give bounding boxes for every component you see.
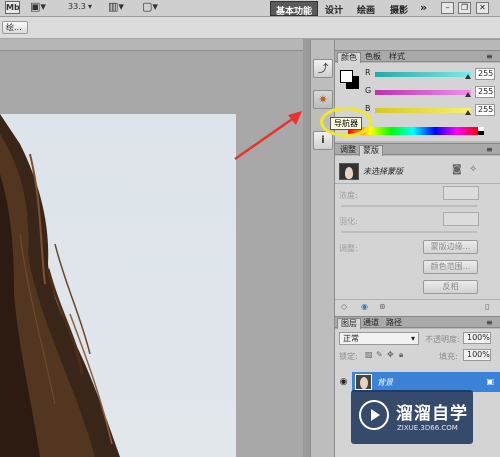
opacity-field[interactable]: 100% xyxy=(463,332,491,344)
history-icon[interactable]: ⤴ xyxy=(313,59,333,78)
red-channel: R 255 xyxy=(365,68,495,80)
masks-panel: 未选择蒙版 ◙ ✧ 浓度: 羽化: 调整: 蒙版边缘... 颜色范围... 反相… xyxy=(335,156,500,316)
red-value-field[interactable]: 255 xyxy=(475,68,495,80)
layer-lock-icon: ▣ xyxy=(486,377,494,386)
apply-mask-icon[interactable]: ◉ xyxy=(361,302,368,311)
document-tab-strip[interactable] xyxy=(0,39,303,51)
blue-value-field[interactable]: 255 xyxy=(475,104,495,116)
tab-paths[interactable]: 路径 xyxy=(383,318,405,329)
masks-panel-menu-icon[interactable]: ≡ xyxy=(483,145,496,156)
lock-transparency-icon[interactable]: ▨ xyxy=(365,350,373,359)
black-white-swatch[interactable] xyxy=(478,127,484,135)
density-slider[interactable] xyxy=(341,205,477,207)
layer-thumbnail xyxy=(355,374,372,390)
pixel-mask-icon[interactable]: ◙ xyxy=(452,164,462,175)
blue-slider-handle[interactable] xyxy=(465,110,471,115)
screen-mode-icon[interactable]: ▢▾ xyxy=(142,0,158,13)
workspace-painting[interactable]: 绘画 xyxy=(352,1,380,16)
density-label: 浓度: xyxy=(339,191,358,200)
green-channel: G 255 xyxy=(365,86,495,98)
workspace-essentials[interactable]: 基本功能 xyxy=(270,1,319,17)
layers-panel-menu-icon[interactable]: ≡ xyxy=(483,318,496,329)
panel-menu-icon[interactable]: ≡ xyxy=(483,52,496,63)
lock-label: 锁定: xyxy=(339,352,358,361)
feather-field[interactable] xyxy=(443,212,479,226)
blend-mode-select[interactable]: 正常 xyxy=(339,332,419,345)
arrange-documents-icon[interactable]: ▥▾ xyxy=(108,0,124,13)
tab-color[interactable]: 颜色 xyxy=(337,52,361,63)
masks-panel-tabs: 调整 蒙版 ≡ xyxy=(335,143,500,156)
watermark-logo: 溜溜自学 ZIXUE.3D66.COM xyxy=(351,390,473,444)
navigator-icon[interactable]: ✷ xyxy=(313,90,333,109)
lock-all-icon[interactable]: 🔒︎ xyxy=(399,350,403,360)
feather-slider[interactable] xyxy=(341,231,477,233)
tab-layers[interactable]: 图层 xyxy=(337,318,361,329)
layer-name: 背景 xyxy=(377,378,393,387)
blue-slider[interactable] xyxy=(375,108,471,113)
divider xyxy=(335,183,500,184)
green-value-field[interactable]: 255 xyxy=(475,86,495,98)
annotation-arrow xyxy=(234,111,302,161)
options-button[interactable]: 绘... xyxy=(2,21,28,34)
divider xyxy=(335,299,500,300)
bridge-icon[interactable]: Mb xyxy=(5,1,20,14)
feather-label: 羽化: xyxy=(339,217,358,226)
fill-field[interactable]: 100% xyxy=(463,349,491,361)
foreground-color-swatch[interactable] xyxy=(340,70,353,83)
lock-image-icon[interactable]: ✎ xyxy=(376,350,383,359)
highlight-circle xyxy=(320,107,372,137)
tab-swatches[interactable]: 色板 xyxy=(362,52,384,63)
green-slider[interactable] xyxy=(375,90,471,95)
zoom-level[interactable]: 33.3 xyxy=(68,2,86,14)
tab-masks[interactable]: 蒙版 xyxy=(359,145,383,156)
mask-thumbnail xyxy=(339,163,359,180)
lock-position-icon[interactable]: ✥ xyxy=(387,350,394,359)
red-label: R xyxy=(365,68,371,77)
red-slider[interactable] xyxy=(375,72,471,77)
invert-button[interactable]: 反相 xyxy=(423,280,478,294)
disable-mask-icon[interactable]: ⊛ xyxy=(379,302,386,311)
panel-dock: ⤴ ✷ i xyxy=(310,40,335,457)
mask-edge-button[interactable]: 蒙版边缘... xyxy=(423,240,478,254)
delete-mask-icon[interactable]: ▯ xyxy=(485,302,489,311)
portrait-photo xyxy=(0,114,120,457)
document-area xyxy=(0,39,303,457)
fill-label: 填充: xyxy=(439,352,458,361)
layers-panel-tabs: 图层 通道 路径 ≡ xyxy=(335,316,500,329)
watermark-subtitle: ZIXUE.3D66.COM xyxy=(397,424,458,432)
density-field[interactable] xyxy=(443,186,479,200)
layer-row-background[interactable]: 背景 ▣ xyxy=(352,372,500,392)
red-slider-handle[interactable] xyxy=(465,74,471,79)
mask-title: 未选择蒙版 xyxy=(363,167,403,176)
visibility-eye-icon[interactable]: ◉ xyxy=(337,372,350,392)
restore-icon[interactable]: ❐ xyxy=(458,2,471,14)
tab-styles[interactable]: 样式 xyxy=(386,52,408,63)
load-selection-icon[interactable]: ◇ xyxy=(341,302,347,311)
image-canvas[interactable] xyxy=(0,114,236,457)
watermark-title: 溜溜自学 xyxy=(396,404,468,424)
play-logo-icon xyxy=(359,400,389,430)
color-range-button[interactable]: 颜色范围... xyxy=(423,260,478,274)
zoom-dropdown-icon[interactable]: ▾ xyxy=(88,2,92,14)
options-bar: 绘... xyxy=(0,17,500,39)
refine-label: 调整: xyxy=(339,244,358,253)
vector-mask-icon[interactable]: ✧ xyxy=(469,164,477,175)
close-icon[interactable]: ✕ xyxy=(476,2,489,14)
color-panel-tabs: 颜色 色板 样式 ≡ xyxy=(335,50,500,63)
green-slider-handle[interactable] xyxy=(465,92,471,97)
blue-channel: B 255 xyxy=(365,104,495,116)
green-label: G xyxy=(365,86,372,95)
tab-channels[interactable]: 通道 xyxy=(360,318,382,329)
view-extras-icon[interactable]: ▣▾ xyxy=(30,0,46,13)
more-workspaces-icon[interactable]: » xyxy=(415,1,432,16)
workspace-design[interactable]: 设计 xyxy=(320,1,348,16)
opacity-label: 不透明度: xyxy=(425,335,460,344)
minimize-icon[interactable]: – xyxy=(441,2,454,14)
application-bar: Mb ▣▾ 33.3 ▾ ▥▾ ▢▾ 基本功能 设计 绘画 摄影 » – ❐ ✕ xyxy=(0,0,500,17)
tab-adjustments[interactable]: 调整 xyxy=(337,145,359,156)
workspace-photography[interactable]: 摄影 xyxy=(385,1,413,16)
